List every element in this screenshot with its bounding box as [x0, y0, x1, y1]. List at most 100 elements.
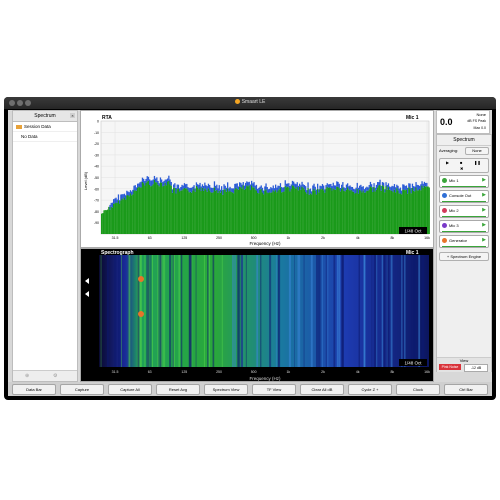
stop-icon[interactable]: ■ — [460, 160, 462, 165]
rta-bar — [293, 186, 295, 234]
command-button-capture[interactable]: Capture — [60, 384, 104, 395]
rta-bar — [183, 187, 186, 234]
pink-noise-button[interactable]: Pink Noise — [439, 364, 461, 370]
channel-level-bar — [442, 216, 486, 217]
rta-bar-overlay — [380, 185, 382, 191]
spectrograph-marker-icon[interactable] — [85, 278, 89, 284]
command-button-tf-view[interactable]: TF View — [252, 384, 296, 395]
rta-bar — [155, 182, 157, 234]
rta-bar-overlay — [261, 187, 264, 193]
rta-bar — [423, 185, 426, 234]
spectrograph-streak — [383, 255, 386, 367]
command-button-cycle-z-[interactable]: Cycle Z + — [348, 384, 392, 395]
rta-bar — [223, 189, 225, 234]
rta-bar — [361, 192, 363, 234]
channel-mic-3[interactable]: Mic 3 ▶ — [439, 220, 489, 233]
tree-item-session-data[interactable]: Session Data — [13, 122, 77, 132]
generator-level[interactable]: -12 dB — [464, 364, 488, 372]
rta-bar-overlay — [265, 183, 267, 190]
meter-source[interactable]: None — [476, 112, 486, 117]
play-icon[interactable]: ▶ — [446, 160, 449, 165]
spectrograph-plot[interactable]: Spectrograph Mic 1 31.5 63 125 250 500 1k 2k 4k… — [80, 248, 434, 382]
rta-bar — [242, 185, 244, 234]
channel-generator[interactable]: Generator ▶ — [439, 235, 489, 248]
level-meter: None 0.0 dB FS Peak Max 0.0 — [436, 110, 490, 134]
rta-bar — [227, 188, 229, 234]
rta-bar-overlay — [171, 189, 174, 193]
rta-bar — [427, 186, 429, 234]
rta-bar — [204, 188, 206, 234]
settings-icon[interactable]: ⚙ — [53, 374, 58, 379]
command-button-reset-avg[interactable]: Reset Avg — [156, 384, 200, 395]
rta-bar — [188, 192, 190, 234]
rta-x-tick: 4k — [356, 236, 360, 240]
rta-bar-overlay — [242, 182, 244, 186]
rta-bar — [344, 191, 346, 234]
rta-bar — [378, 185, 380, 234]
channel-play-icon[interactable]: ▶ — [482, 208, 486, 213]
command-button-clock[interactable]: Clock — [396, 384, 440, 395]
rta-bar — [383, 186, 385, 234]
rta-bar — [373, 186, 375, 234]
rta-bar — [324, 192, 326, 234]
rta-bar — [102, 213, 104, 234]
command-button-data-bar[interactable]: Data Bar — [12, 384, 56, 395]
rta-bar — [288, 187, 290, 234]
channel-play-icon[interactable]: ▶ — [482, 238, 486, 243]
command-button-clear-all-db[interactable]: Clear All dB — [300, 384, 344, 395]
rta-bar-overlay — [131, 191, 133, 196]
rta-bar — [115, 202, 117, 234]
channel-play-icon[interactable]: ▶ — [482, 223, 486, 228]
rta-bar-overlay — [372, 187, 374, 193]
channel-mic-1[interactable]: Mic 1 ▶ — [439, 175, 489, 188]
rta-bar — [281, 192, 283, 234]
spectrum-engine-button[interactable]: + Spectrum Engine — [439, 252, 489, 261]
rta-plot[interactable]: RTA Mic 1 Level (dB) 0 -10 -20 -30 -40 -50 -60… — [80, 110, 434, 248]
rta-bar-overlay — [405, 185, 408, 190]
tools-icon[interactable]: ✖ — [460, 166, 463, 171]
rta-bar-overlay — [230, 188, 232, 192]
rta-bar — [336, 186, 338, 234]
rta-bar — [301, 186, 303, 234]
rta-bar — [215, 190, 217, 234]
spectrograph-streak — [203, 255, 205, 367]
rta-bar-overlay — [176, 184, 178, 190]
rta-bar-overlay — [383, 182, 385, 187]
channel-mic-2[interactable]: Mic 2 ▶ — [439, 205, 489, 218]
rta-bar-overlay — [205, 185, 207, 190]
rta-bar-overlay — [313, 183, 315, 189]
rta-y-tick: -60 — [94, 187, 99, 191]
rta-bar-overlay — [356, 182, 358, 189]
command-button-capture-all[interactable]: Capture All — [108, 384, 152, 395]
rta-bar-overlay — [326, 183, 328, 187]
pause-icon[interactable]: ❚❚ — [474, 160, 481, 165]
add-icon[interactable]: ⊕ — [25, 374, 30, 379]
channel-play-icon[interactable]: ▶ — [482, 193, 486, 198]
channel-play-icon[interactable]: ▶ — [482, 178, 486, 183]
rta-bar-overlay — [365, 187, 367, 193]
rta-bar-overlay — [235, 183, 237, 188]
rta-bar-overlay — [227, 182, 229, 189]
averaging-select[interactable]: None — [465, 147, 489, 155]
rta-bar-overlay — [195, 182, 198, 186]
rta-bar — [222, 194, 224, 234]
rta-bar-overlay — [359, 185, 361, 190]
spectrograph-marker-icon[interactable] — [85, 291, 89, 297]
rta-bar-overlay — [407, 187, 409, 194]
channel-console-out[interactable]: Console Out ▶ — [439, 190, 489, 203]
rta-bar — [135, 190, 138, 234]
spectrograph-streak — [178, 255, 181, 367]
rta-bar — [389, 189, 391, 234]
rta-bar-overlay — [419, 185, 421, 190]
rta-y-axis-label: Level (dB) — [83, 171, 88, 190]
rta-bar — [360, 190, 362, 234]
close-icon[interactable]: × — [70, 113, 75, 118]
command-button-ctrl-bar[interactable]: Ctrl Bar — [444, 384, 488, 395]
rta-bar-overlay — [267, 189, 270, 194]
command-bar: Data Bar Capture Capture All Reset Avg Spect… — [8, 382, 492, 396]
rta-bar — [107, 209, 109, 234]
command-button-spectrum-view[interactable]: Spectrum View — [204, 384, 248, 395]
smaart-logo-icon — [234, 99, 240, 105]
rta-bar — [138, 186, 140, 234]
rta-bar — [247, 186, 249, 234]
